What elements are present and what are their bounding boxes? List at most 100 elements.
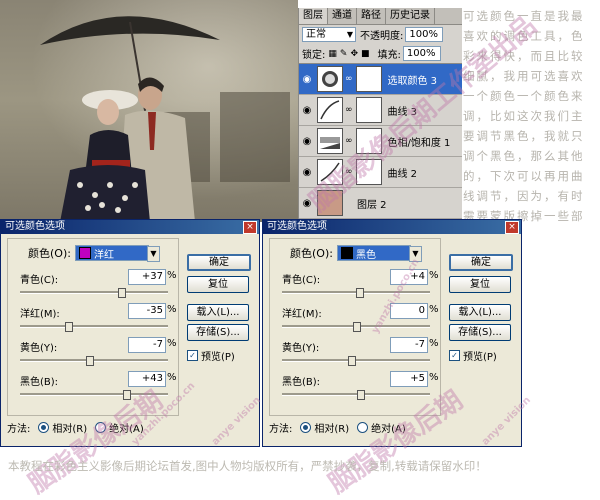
black-input[interactable]: +5 [390,371,428,387]
selective-color-adjustment-icon [317,66,343,92]
checkbox-check-icon[interactable]: ✓ [187,350,198,361]
side-description-text: 可选颜色一直是我最喜欢的调色工具，色彩来得快，而且比较细腻，我用可选喜欢一个颜色… [463,9,585,243]
slider-handle[interactable] [122,390,131,400]
slider-handle[interactable] [85,356,94,366]
magenta-input[interactable]: 0 [390,303,428,319]
fill-input[interactable]: 100% [402,46,441,61]
method-label: 方法: [7,424,31,435]
photo-canvas [0,0,298,222]
magenta-input[interactable]: -35 [128,303,166,319]
layer-name: 色相/饱和度 1 [387,137,451,149]
radio-relative-label: 相对(R) [314,424,350,435]
lock-label: 锁定: [302,50,326,61]
slider-handle[interactable] [355,288,364,298]
slider-handle[interactable] [356,390,365,400]
close-icon[interactable]: × [243,221,257,234]
radio-absolute-label: 绝对(A) [371,424,406,435]
ok-button[interactable]: 确定 [449,254,513,271]
cyan-label: 青色(C): [282,275,321,286]
slider-track[interactable] [20,393,168,396]
layer-name: 曲线 3 [387,106,418,118]
magenta-slider: 洋红(M): 0 % [282,303,439,337]
close-icon[interactable]: × [505,221,519,234]
black-slider: 黑色(B): +43 % [20,371,177,405]
slider-handle[interactable] [347,356,356,366]
preview-checkbox[interactable]: ✓ 预览(P) [187,348,235,363]
checkbox-check-icon[interactable]: ✓ [449,350,460,361]
layer-mask-thumbnail[interactable] [355,66,382,92]
save-button[interactable]: 存储(S)... [449,324,511,341]
layer-row[interactable]: ◉ 图层 2 [299,188,462,219]
magenta-label: 洋红(M): [20,309,60,320]
blend-mode-select[interactable]: 正常 ▼ [302,27,356,42]
cyan-input[interactable]: +4 [390,269,428,285]
black-input[interactable]: +43 [128,371,166,387]
eye-icon[interactable]: ◉ [299,167,315,178]
lock-transparency-icon[interactable]: ▦ [328,49,337,59]
reset-button[interactable]: 复位 [187,276,249,293]
eye-icon[interactable]: ◉ [299,74,315,85]
link-icon: ∞ [345,105,353,115]
black-label: 黑色(B): [20,377,59,388]
yellow-input[interactable]: -7 [390,337,428,353]
radio-relative[interactable] [300,422,312,433]
layers-panel: 图层 通道 路径 历史记录 正常 ▼ 不透明度: 100% 锁定: ▦ ✎ ✥ … [298,8,462,222]
preview-label: 预览(P) [463,352,497,363]
slider-handle[interactable] [118,288,127,298]
tab-history[interactable]: 历史记录 [386,8,435,24]
lock-position-icon[interactable]: ✥ [350,49,358,59]
layer-row[interactable]: ◉ ∞ 选取颜色 3 [299,64,462,95]
link-icon: ∞ [345,74,353,84]
ok-button[interactable]: 确定 [187,254,251,271]
radio-absolute[interactable] [357,422,369,433]
opacity-input[interactable]: 100% [405,27,444,42]
slider-track[interactable] [20,291,168,294]
lock-all-icon[interactable]: ■ [361,49,370,59]
yellow-label: 黄色(Y): [20,343,58,354]
layer-row[interactable]: ◉ ∞ 曲线 2 [299,157,462,188]
slider-track[interactable] [20,325,168,328]
color-select[interactable]: 洋红 ▼ [74,245,160,262]
yellow-label: 黄色(Y): [282,343,320,354]
magenta-slider: 洋红(M): -35 % [20,303,177,337]
color-label: 颜色(O): [28,247,71,260]
chevron-down-icon[interactable]: ▼ [408,246,422,262]
radio-absolute[interactable] [95,422,107,433]
tab-layers[interactable]: 图层 [299,8,328,24]
percent-sign: % [167,338,177,349]
curves-adjustment-icon [317,159,343,185]
layer-mask-thumbnail[interactable] [355,159,382,185]
reset-button[interactable]: 复位 [449,276,511,293]
slider-handle[interactable] [353,322,361,332]
layer-mask-thumbnail[interactable] [355,97,382,123]
method-label: 方法: [269,424,293,435]
radio-relative-label: 相对(R) [52,424,88,435]
save-button[interactable]: 存储(S)... [187,324,249,341]
preview-checkbox[interactable]: ✓ 预览(P) [449,348,497,363]
slider-handle[interactable] [65,322,74,332]
layer-row[interactable]: ◉ ∞ 曲线 3 [299,95,462,126]
load-button[interactable]: 载入(L)... [449,304,511,321]
footer-notice: 本教程在彩色主义影像后期论坛首发,图中人物均版权所有，严禁抄袭，复制,转载请保留… [8,459,487,473]
method-row: 方法: 相对(R) 绝对(A) [7,420,144,435]
eye-icon[interactable]: ◉ [299,136,315,147]
link-icon: ∞ [345,167,353,177]
preview-label: 预览(P) [201,352,235,363]
slider-track[interactable] [282,359,430,362]
color-row: 颜色(O): 洋红 ▼ [28,245,160,262]
eye-icon[interactable]: ◉ [299,198,315,209]
tab-channels[interactable]: 通道 [328,8,357,24]
eye-icon[interactable]: ◉ [299,105,315,116]
cyan-input[interactable]: +37 [128,269,166,285]
photo-figures [40,16,220,222]
layer-row[interactable]: ◉ ∞ 色相/饱和度 1 [299,126,462,157]
yellow-input[interactable]: -7 [128,337,166,353]
layer-mask-thumbnail[interactable] [355,128,382,154]
slider-track[interactable] [20,359,168,362]
radio-relative[interactable] [38,422,50,433]
tab-paths[interactable]: 路径 [357,8,386,24]
chevron-down-icon[interactable]: ▼ [146,246,160,262]
lock-pixels-icon[interactable]: ✎ [340,49,348,59]
color-select[interactable]: 黑色 ▼ [336,245,422,262]
load-button[interactable]: 载入(L)... [187,304,249,321]
